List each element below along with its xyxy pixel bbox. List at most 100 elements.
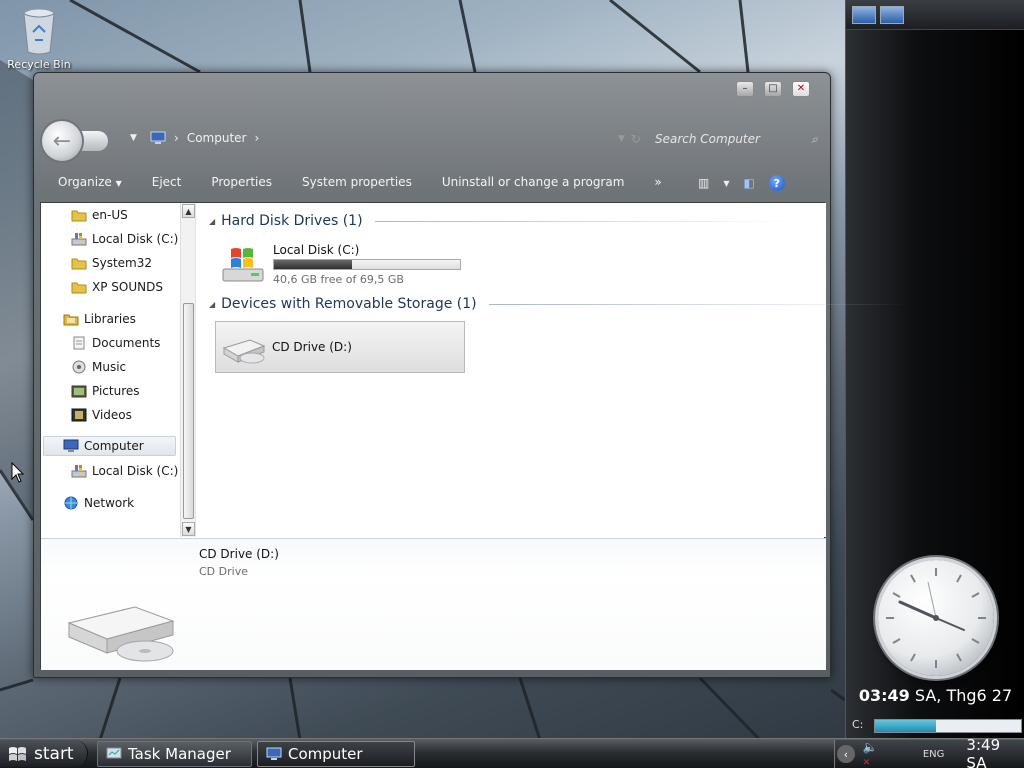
mouse-cursor-icon (11, 462, 25, 483)
show-hidden-icons-button[interactable]: ‹ (837, 745, 855, 763)
tray-clock[interactable]: 3:49 SA (966, 736, 1024, 768)
organize-button[interactable]: Organize ▼ (34, 175, 137, 189)
nav-item-music[interactable]: Music (71, 357, 126, 377)
details-pane: CD Drive (D:) CD Drive (41, 538, 826, 670)
language-indicator[interactable]: ENG (923, 749, 945, 760)
pictures-icon (71, 385, 87, 398)
taskbar-item-computer[interactable]: Computer (257, 741, 415, 767)
cd-drive-large-icon (67, 606, 175, 662)
nav-item-network[interactable]: Network (63, 493, 134, 513)
group-title: Hard Disk Drives (1) (221, 213, 363, 229)
search-box[interactable]: ▼ ↻ ⌕ (618, 128, 818, 150)
task-label: Task Manager (128, 745, 231, 763)
address-separator-icon[interactable]: › (254, 131, 259, 145)
explorer-window[interactable]: – □ ✕ ← ▼ › Computer › ▼ ↻ ⌕ Organize ▼ … (33, 72, 909, 678)
nav-pane-scrollbar[interactable]: ▲ ▼ (180, 203, 195, 537)
nav-item-videos[interactable]: Videos (71, 405, 132, 425)
help-icon[interactable]: ? (768, 175, 785, 191)
window-client-area: en-US Local Disk (C:) System32 XP SOUNDS… (40, 202, 909, 670)
nav-item-label: Videos (92, 408, 132, 422)
uninstall-program-button[interactable]: Uninstall or change a program (427, 175, 640, 189)
back-button[interactable]: ← (42, 121, 82, 161)
nav-item-local-disk-c[interactable]: Local Disk (C:) (71, 229, 178, 249)
more-commands-button[interactable]: » (639, 175, 676, 189)
properties-button[interactable]: Properties (196, 175, 287, 189)
folder-icon (71, 210, 87, 222)
view-options-dropdown-icon[interactable]: ▼ (723, 179, 729, 188)
address-separator-icon[interactable]: › (174, 131, 179, 145)
computer-icon (63, 439, 79, 452)
nav-item-label: Libraries (84, 312, 136, 326)
nav-item-xp-sounds[interactable]: XP SOUNDS (71, 277, 163, 297)
navigation-pane[interactable]: en-US Local Disk (C:) System32 XP SOUNDS… (41, 203, 196, 537)
cd-drive-icon (222, 339, 266, 364)
libraries-icon (63, 314, 79, 326)
preview-pane-icon[interactable]: ◧ (744, 176, 755, 190)
search-input[interactable] (654, 132, 808, 146)
scroll-down-button[interactable]: ▼ (182, 522, 195, 536)
sidebar-show-desktop-button[interactable] (852, 6, 876, 24)
collapse-triangle-icon[interactable]: ◢ (209, 217, 215, 226)
nav-item-system32[interactable]: System32 (71, 253, 152, 273)
nav-item-label: Local Disk (C:) (92, 232, 179, 246)
close-button[interactable]: ✕ (792, 81, 810, 97)
clock-date-rest: SA, Thg6 27 (909, 686, 1013, 705)
network-icon (64, 496, 78, 510)
sidebar-header (846, 0, 1024, 30)
collapse-triangle-icon[interactable]: ◢ (209, 300, 215, 309)
search-icon[interactable]: ⌕ (811, 132, 818, 147)
taskbar-item-task-manager[interactable]: Task Manager (97, 741, 252, 767)
nav-item-label: Documents (92, 336, 161, 350)
nav-item-en-us[interactable]: en-US (71, 205, 128, 225)
nav-item-libraries[interactable]: Libraries (63, 309, 136, 329)
clock-date-text: 03:49 SA, Thg6 27 (846, 686, 1024, 705)
sidebar-switch-windows-button[interactable] (880, 6, 904, 24)
nav-item-documents[interactable]: Documents (71, 333, 160, 353)
recycle-bin-shortcut[interactable]: Recycle Bin (6, 6, 72, 71)
group-title: Devices with Removable Storage (1) (221, 296, 477, 312)
drive-meter-fill (875, 720, 937, 732)
drive-icon (71, 233, 87, 246)
drive-meter-label: C: (852, 718, 864, 731)
drive-meter-gadget[interactable]: C: (852, 718, 1022, 734)
group-divider (374, 220, 795, 222)
volume-muted-icon[interactable]: 🔈✕ (863, 740, 885, 768)
local-disk-c-item[interactable]: Local Disk (C:) 40,6 GB free of 69,5 GB (221, 243, 471, 287)
address-bar[interactable]: › Computer › (150, 128, 259, 148)
start-label: start (34, 743, 74, 764)
minimize-button[interactable]: – (736, 81, 754, 97)
change-view-icon[interactable]: ▥ (698, 176, 709, 190)
group-header-hard-disks[interactable]: ◢ Hard Disk Drives (1) (209, 213, 795, 229)
clock-gadget[interactable] (878, 560, 994, 676)
start-button[interactable]: start (0, 740, 88, 767)
details-name: CD Drive (D:) (199, 547, 279, 561)
nav-item-computer[interactable]: Computer (43, 436, 176, 456)
windows-logo-icon (9, 746, 26, 761)
cd-drive-d-item[interactable]: CD Drive (D:) (215, 321, 465, 373)
recycle-bin-label: Recycle Bin (7, 58, 71, 71)
nav-item-pictures[interactable]: Pictures (71, 381, 140, 401)
nav-item-label: Local Disk (C:) (92, 464, 179, 478)
scroll-thumb[interactable] (183, 303, 194, 519)
computer-icon (150, 131, 166, 144)
nav-item-label: Network (84, 496, 135, 510)
task-label: Computer (288, 745, 363, 763)
recent-pages-dropdown[interactable]: ▼ (130, 133, 137, 143)
windows-sidebar: 03:49 SA, Thg6 27 C: (845, 0, 1024, 740)
group-header-removable[interactable]: ◢ Devices with Removable Storage (1) (209, 296, 909, 312)
search-dropdown-icon[interactable]: ▼ (618, 134, 625, 144)
maximize-button[interactable]: □ (764, 81, 782, 97)
refresh-icon[interactable]: ↻ (631, 132, 641, 146)
file-list-pane[interactable]: ◢ Hard Disk Drives (1) Local Disk (C:) 4… (201, 203, 909, 537)
system-properties-button[interactable]: System properties (287, 175, 427, 189)
disk-free-text: 40,6 GB free of 69,5 GB (273, 273, 404, 286)
nav-item-local-disk-c-2[interactable]: Local Disk (C:) (71, 461, 178, 481)
address-crumb-computer[interactable]: Computer (187, 131, 247, 145)
documents-icon (73, 336, 85, 350)
nav-item-label: Music (92, 360, 127, 374)
computer-icon (266, 747, 282, 760)
cd-drive-label: CD Drive (D:) (272, 340, 352, 354)
scroll-up-button[interactable]: ▲ (182, 204, 195, 218)
taskbar: start Task Manager Computer ‹ 🔈✕ ENG 3:4… (0, 736, 1024, 768)
eject-button[interactable]: Eject (137, 175, 197, 189)
